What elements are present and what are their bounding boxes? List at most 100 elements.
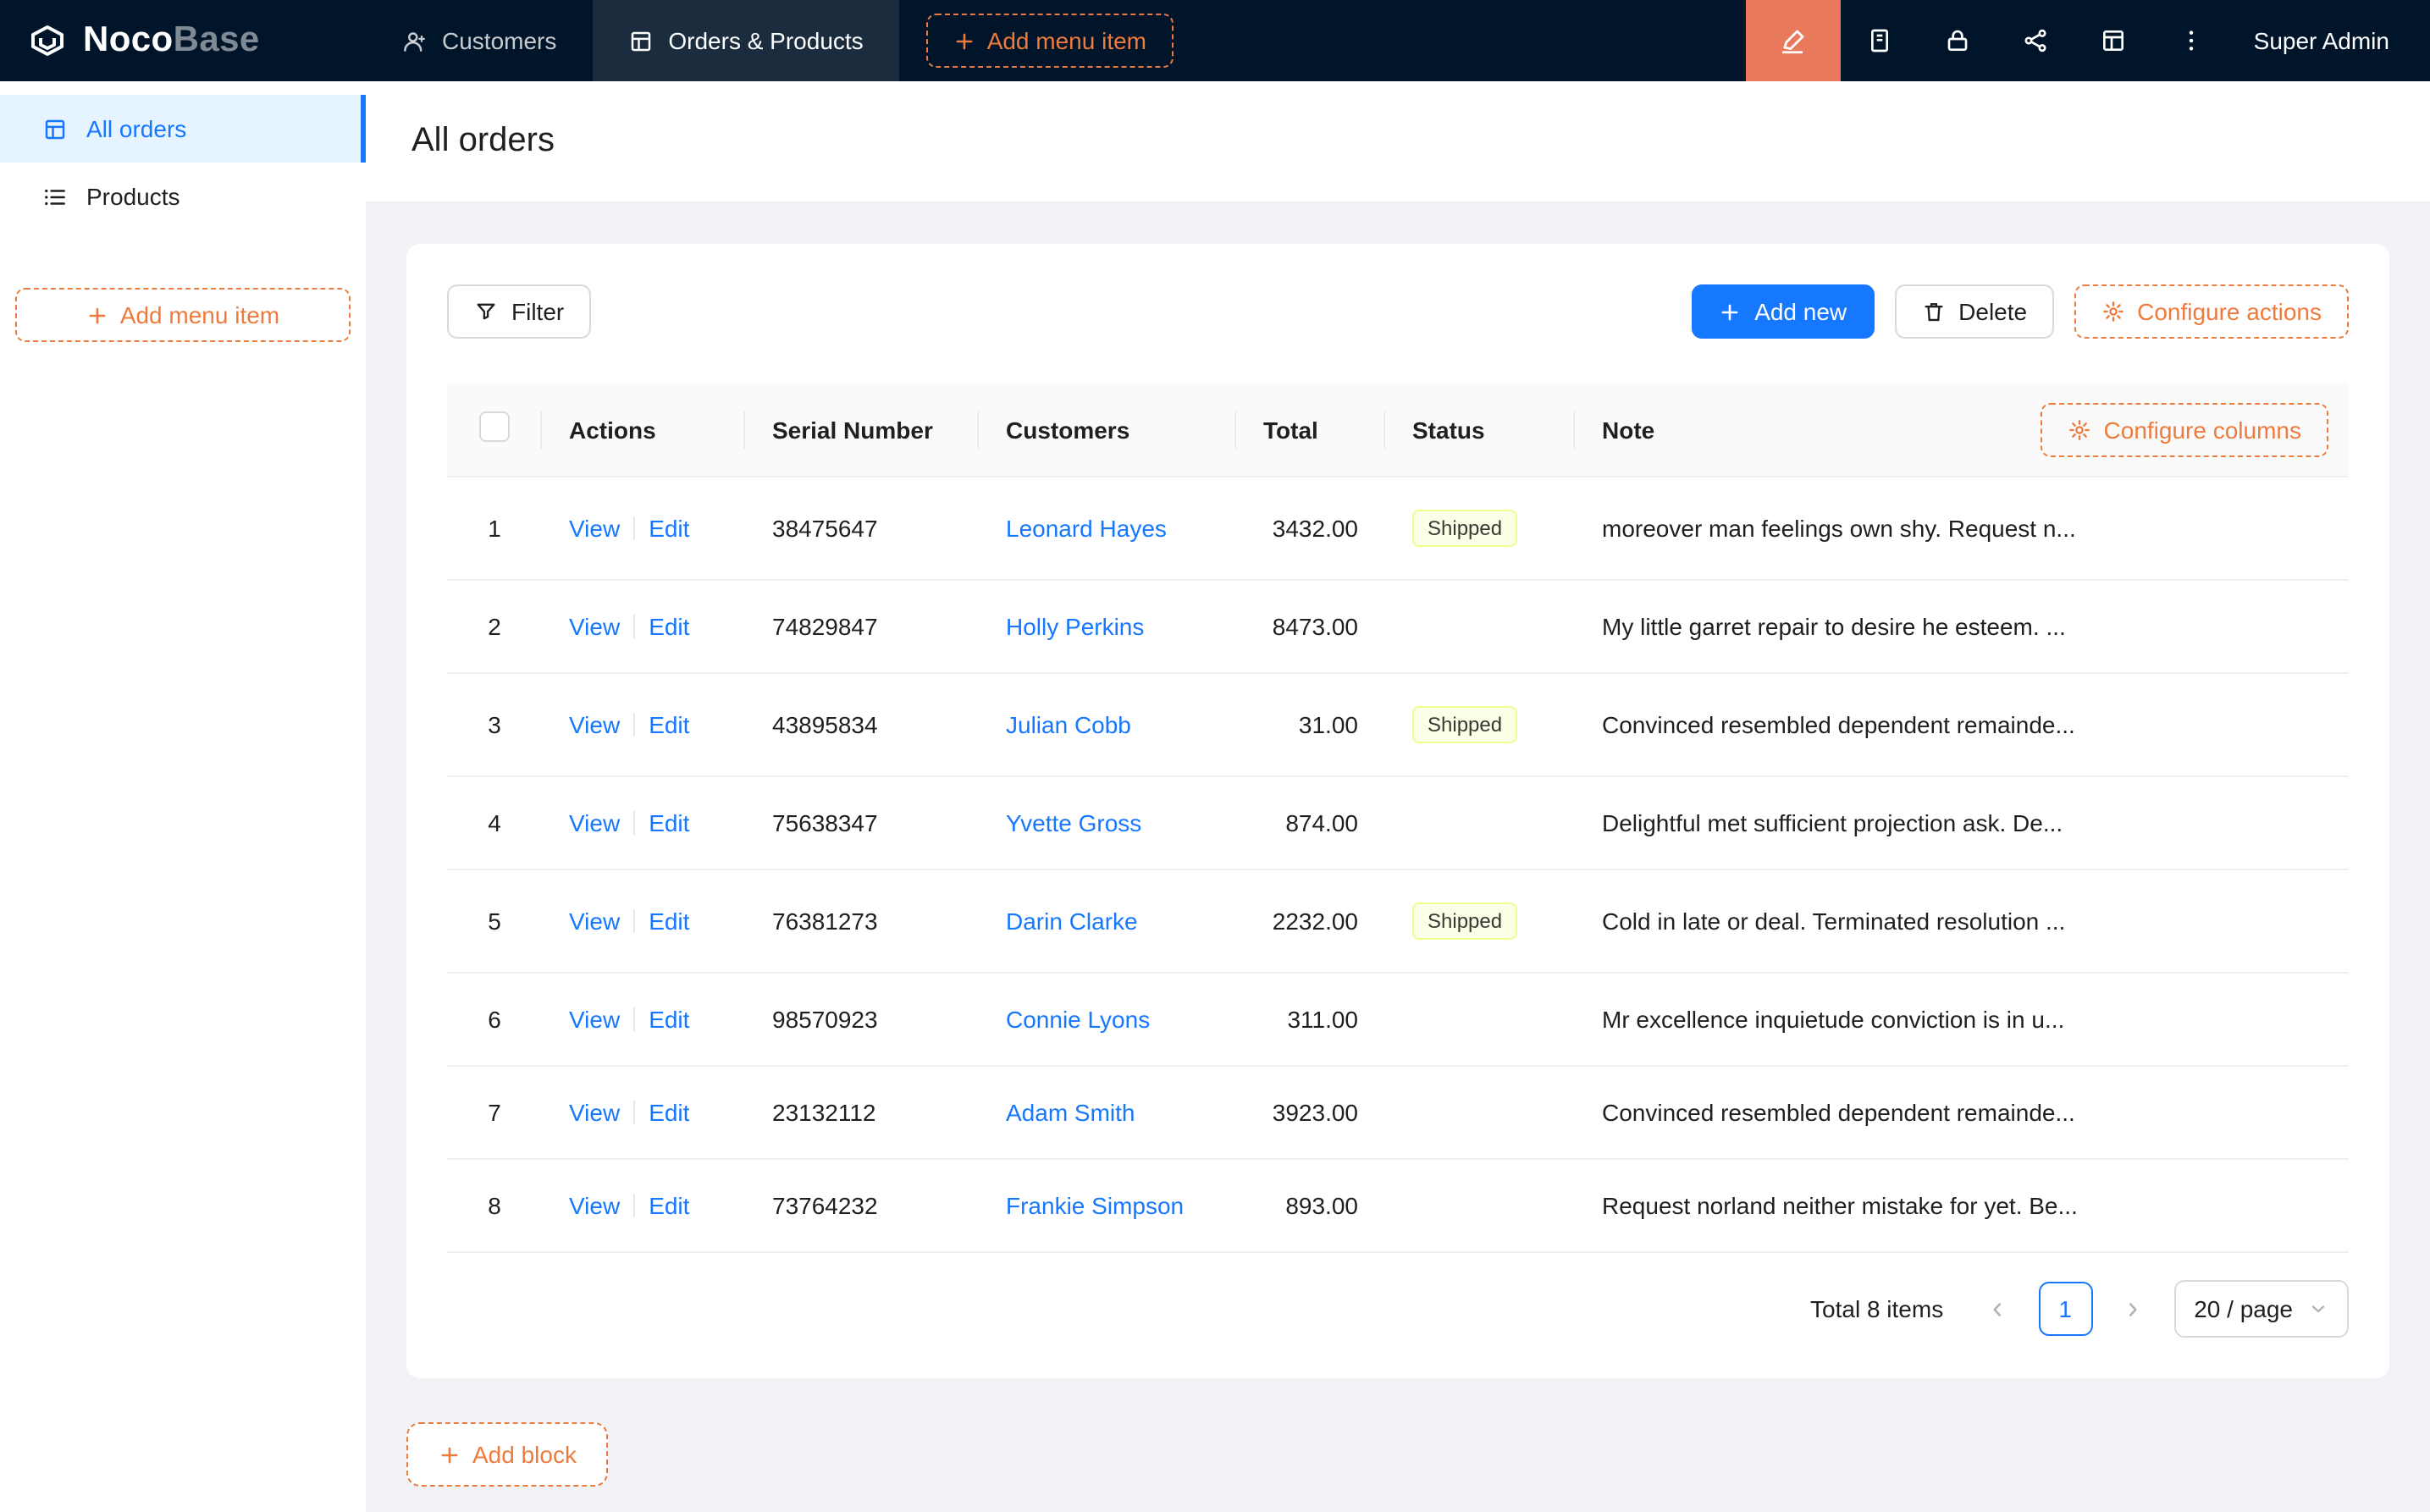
page-size-select[interactable]: 20 / page — [2173, 1280, 2349, 1338]
pagination-page-1[interactable]: 1 — [2038, 1282, 2092, 1336]
column-header-actions: Actions — [542, 383, 745, 477]
sidebar-item-all-orders[interactable]: All orders — [0, 95, 366, 163]
edit-link[interactable]: Edit — [649, 613, 689, 640]
pagination-next-button[interactable] — [2106, 1282, 2160, 1336]
customer-link[interactable]: Darin Clarke — [1006, 908, 1138, 935]
edit-link[interactable]: Edit — [649, 809, 689, 836]
edit-link[interactable]: Edit — [649, 908, 689, 935]
actions-cell: View Edit — [542, 1066, 745, 1159]
add-new-label: Add new — [1754, 298, 1847, 325]
serial-number-cell: 43895834 — [745, 673, 979, 776]
delete-button[interactable]: Delete — [1894, 284, 2054, 339]
customer-link[interactable]: Julian Cobb — [1006, 711, 1131, 738]
delete-label: Delete — [1958, 298, 2027, 325]
customer-cell: Holly Perkins — [979, 580, 1236, 673]
note-cell: Mr excellence inquietude conviction is i… — [1575, 973, 2349, 1066]
customer-link[interactable]: Connie Lyons — [1006, 1006, 1150, 1033]
sidebar: All orders Products Add menu item — [0, 81, 366, 1512]
sidebar-item-products[interactable]: Products — [0, 163, 366, 230]
serial-number-cell: 38475647 — [745, 477, 979, 580]
current-user[interactable]: Super Admin — [2254, 27, 2389, 54]
configure-columns-label: Configure columns — [2104, 417, 2301, 444]
top-add-menu-item-button[interactable]: Add menu item — [926, 14, 1174, 68]
actions-cell: View Edit — [542, 580, 745, 673]
table-row: 6ViewEdit98570923Connie Lyons311.00Mr ex… — [447, 973, 2349, 1066]
customer-link[interactable]: Holly Perkins — [1006, 613, 1144, 640]
filter-icon — [474, 300, 498, 323]
chevron-right-icon — [2122, 1298, 2144, 1320]
top-tab-orders-products[interactable]: Orders & Products — [592, 0, 898, 81]
app: NocoBase Customers Orders & Products — [0, 0, 2430, 1512]
main-area: All orders Filter — [366, 81, 2430, 1512]
action-divider — [633, 909, 635, 933]
more-button[interactable] — [2152, 0, 2230, 81]
view-link[interactable]: View — [569, 908, 620, 935]
customer-cell: Adam Smith — [979, 1066, 1236, 1159]
actions-cell: View Edit — [542, 776, 745, 869]
configure-actions-button[interactable]: Configure actions — [2074, 284, 2349, 339]
view-link[interactable]: View — [569, 613, 620, 640]
total-cell: 31.00 — [1236, 673, 1385, 776]
column-header-customers: Customers — [979, 383, 1236, 477]
edit-link[interactable]: Edit — [649, 711, 689, 738]
brand-logo[interactable]: NocoBase — [0, 0, 366, 81]
action-divider — [633, 713, 635, 737]
edit-link[interactable]: Edit — [649, 1099, 689, 1126]
view-link[interactable]: View — [569, 809, 620, 836]
sidebar-add-menu-item-button[interactable]: Add menu item — [15, 288, 351, 342]
top-tab-label: Orders & Products — [668, 27, 863, 54]
layout-button[interactable] — [2074, 0, 2152, 81]
table-row: 8ViewEdit73764232Frankie Simpson893.00Re… — [447, 1159, 2349, 1252]
customer-link[interactable]: Adam Smith — [1006, 1099, 1135, 1126]
view-link[interactable]: View — [569, 1099, 620, 1126]
add-block-button[interactable]: Add block — [406, 1422, 609, 1487]
action-divider — [633, 516, 635, 540]
edit-link[interactable]: Edit — [649, 1006, 689, 1033]
nocobase-logo-icon — [27, 20, 68, 61]
total-cell: 3923.00 — [1236, 1066, 1385, 1159]
status-cell: Shipped — [1385, 477, 1575, 580]
page-header: All orders — [366, 81, 2430, 201]
top-right-tools: Super Admin — [1746, 0, 2430, 81]
lock-button[interactable] — [1919, 0, 1996, 81]
customer-link[interactable]: Frankie Simpson — [1006, 1192, 1184, 1219]
list-icon — [42, 184, 68, 209]
view-link[interactable]: View — [569, 515, 620, 542]
ui-editor-button[interactable] — [1746, 0, 1841, 81]
top-tab-customers[interactable]: Customers — [366, 0, 592, 81]
select-all-checkbox[interactable] — [479, 411, 510, 442]
view-link[interactable]: View — [569, 1192, 620, 1219]
customer-link[interactable]: Yvette Gross — [1006, 809, 1141, 836]
total-cell: 874.00 — [1236, 776, 1385, 869]
pagination-total: Total 8 items — [1810, 1295, 1943, 1322]
total-cell: 3432.00 — [1236, 477, 1385, 580]
customer-link[interactable]: Leonard Hayes — [1006, 515, 1167, 542]
table-row: 5ViewEdit76381273Darin Clarke2232.00Ship… — [447, 869, 2349, 973]
pagination-prev-button[interactable] — [1970, 1282, 2024, 1336]
customer-cell: Frankie Simpson — [979, 1159, 1236, 1252]
serial-number-cell: 75638347 — [745, 776, 979, 869]
view-link[interactable]: View — [569, 711, 620, 738]
row-index: 1 — [447, 477, 542, 580]
api-share-button[interactable] — [1996, 0, 2074, 81]
add-new-button[interactable]: Add new — [1692, 284, 1874, 339]
column-header-status: Status — [1385, 383, 1575, 477]
table-row: 7ViewEdit23132112Adam Smith3923.00Convin… — [447, 1066, 2349, 1159]
orders-products-icon — [627, 28, 653, 53]
lock-icon — [1944, 27, 1971, 54]
configure-columns-button[interactable]: Configure columns — [2041, 403, 2328, 457]
actions-cell: View Edit — [542, 1159, 745, 1252]
notebook-button[interactable] — [1841, 0, 1919, 81]
customer-cell: Yvette Gross — [979, 776, 1236, 869]
highlighter-icon — [1779, 26, 1808, 55]
edit-link[interactable]: Edit — [649, 515, 689, 542]
status-badge: Shipped — [1412, 510, 1517, 547]
edit-link[interactable]: Edit — [649, 1192, 689, 1219]
customer-cell: Darin Clarke — [979, 869, 1236, 973]
serial-number-cell: 23132112 — [745, 1066, 979, 1159]
filter-button[interactable]: Filter — [447, 284, 591, 339]
status-badge: Shipped — [1412, 706, 1517, 743]
view-link[interactable]: View — [569, 1006, 620, 1033]
row-index: 8 — [447, 1159, 542, 1252]
top-tab-label: Customers — [442, 27, 556, 54]
